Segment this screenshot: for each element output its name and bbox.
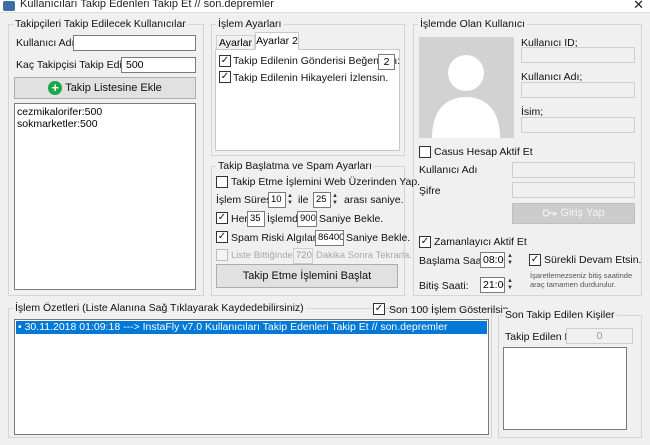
current-username-field xyxy=(521,82,635,98)
recent-followed-list[interactable] xyxy=(503,347,627,430)
log-entry-bullet: • xyxy=(18,321,25,333)
spy-password-field xyxy=(512,182,635,198)
target-list[interactable]: cezmikalorifer:500 sokmarketler:500 xyxy=(14,103,196,290)
watch-stories-checkbox[interactable]: ✓ xyxy=(219,71,231,83)
like-post-checkbox[interactable]: ✓ xyxy=(219,55,231,67)
add-icon: + xyxy=(48,81,63,96)
spy-username-label: Kullanıcı Adı xyxy=(419,164,478,176)
continuous-checkbox[interactable]: ✓ xyxy=(529,254,541,266)
key-icon xyxy=(542,209,558,217)
start-time-spinner[interactable]: ▲ ▼ xyxy=(505,253,515,267)
web-follow-checkbox[interactable] xyxy=(216,176,228,188)
spy-account-label: Casus Hesap Aktif Et xyxy=(434,146,533,158)
user-avatar xyxy=(419,37,514,138)
action-settings-title: İşlem Ayarları xyxy=(216,18,284,30)
spy-password-label: Şifre xyxy=(419,185,441,197)
timer-hint-line1: İşaretlemezseniz bitiş saatinde xyxy=(530,271,633,280)
timer-hint-line2: araç tamamen durdurulur. xyxy=(530,280,616,289)
list-end-checkbox xyxy=(216,249,228,261)
username-input[interactable] xyxy=(73,35,196,51)
name-field xyxy=(521,117,635,133)
log-entry[interactable]: • 30.11.2018 01:09:18 ---> InstaFly v7.0… xyxy=(16,321,487,334)
start-time-input[interactable]: 08:00 xyxy=(480,252,505,268)
recent-followed-title: Son Takip Edilen Kişiler xyxy=(503,309,617,321)
user-id-field xyxy=(521,47,635,63)
list-end-suffix: Dakika Sonra Tekrarla. xyxy=(316,250,412,261)
login-label: Giriş Yap xyxy=(560,207,605,219)
add-to-list-button[interactable]: + Takip Listesine Ekle xyxy=(14,77,196,99)
continuous-label: Sürekli Devam Etsin. xyxy=(544,254,642,266)
target-users-title: Takipçileri Takip Edilecek Kullanıcılar xyxy=(13,18,188,30)
every-checkbox[interactable]: ✓ xyxy=(216,212,228,224)
duration-max-spinner[interactable]: ▲ ▼ xyxy=(330,193,340,207)
username-label: Kullanıcı Adı: xyxy=(16,37,78,49)
close-icon[interactable]: ✕ xyxy=(633,0,644,13)
last100-checkbox[interactable]: ✓ xyxy=(373,303,385,315)
start-follow-button[interactable]: Takip Etme İşlemini Başlat xyxy=(216,264,398,288)
followed-count-field: 0 xyxy=(566,328,633,344)
login-button: Giriş Yap xyxy=(512,203,635,224)
list-end-input: 720 xyxy=(293,248,313,264)
duration-max-input[interactable]: 25 xyxy=(313,192,331,208)
spy-username-field xyxy=(512,162,635,178)
spam-settings-title: Takip Başlatma ve Spam Ayarları xyxy=(216,160,374,172)
watch-stories-label: Takip Edilenin Hikayeleri İzlensin. xyxy=(233,72,389,84)
log-entry-text: 30.11.2018 01:09:18 ---> InstaFly v7.0 K… xyxy=(24,321,448,333)
spam-risk-suffix: Saniye Bekle. xyxy=(346,232,411,244)
every-count-input[interactable]: 35 xyxy=(247,211,265,227)
tab-settings-2[interactable]: Ayarlar 2 xyxy=(255,32,299,50)
duration-between-label: ile xyxy=(298,194,309,206)
list-item[interactable]: cezmikalorifer:500 xyxy=(17,106,193,118)
log-list[interactable]: • 30.11.2018 01:09:18 ---> InstaFly v7.0… xyxy=(14,319,489,435)
current-user-title: İşlemde Olan Kullanıcı xyxy=(418,18,528,30)
duration-seconds-label: arası saniye. xyxy=(344,194,404,206)
follow-count-input[interactable]: 500 xyxy=(121,57,196,73)
duration-min-spinner[interactable]: ▲ ▼ xyxy=(285,193,295,207)
web-follow-label: Takip Etme İşlemini Web Üzerinden Yap. xyxy=(231,176,421,188)
end-time-input[interactable]: 21:00 xyxy=(480,277,505,293)
spam-risk-input[interactable]: 86400 xyxy=(315,230,344,246)
tab-settings-1[interactable]: Ayarlar 1 xyxy=(216,35,255,63)
list-end-label: Liste Bittiğinde xyxy=(231,250,293,261)
log-title: İşlem Özetleri (Liste Alanına Sağ Tıklay… xyxy=(13,302,306,314)
wait-seconds-input[interactable]: 900 xyxy=(297,211,317,227)
like-count-input[interactable]: 2 xyxy=(378,54,395,70)
last100-label: Son 100 İşlem Gösterilsin xyxy=(389,304,509,316)
wait-seconds-label: Saniye Bekle. xyxy=(319,213,384,225)
window-title: Kullanıcıları Takip Edenleri Takip Et //… xyxy=(20,0,274,10)
list-item[interactable]: sokmarketler:500 xyxy=(17,118,193,130)
duration-min-input[interactable]: 10 xyxy=(268,192,286,208)
end-time-label: Bitiş Saati: xyxy=(419,280,469,292)
spam-risk-checkbox[interactable]: ✓ xyxy=(216,231,228,243)
person-icon xyxy=(419,37,514,138)
end-time-spinner[interactable]: ▲ ▼ xyxy=(505,278,515,292)
like-post-label: Takip Edilenin Gönderisi Beğenilsin: xyxy=(233,55,400,67)
title-bar: Kullanıcıları Takip Edenleri Takip Et //… xyxy=(0,0,650,13)
spy-account-checkbox[interactable] xyxy=(419,146,431,158)
app-icon xyxy=(3,1,15,11)
every-label: Her xyxy=(231,213,248,225)
add-to-list-label: Takip Listesine Ekle xyxy=(65,82,162,94)
